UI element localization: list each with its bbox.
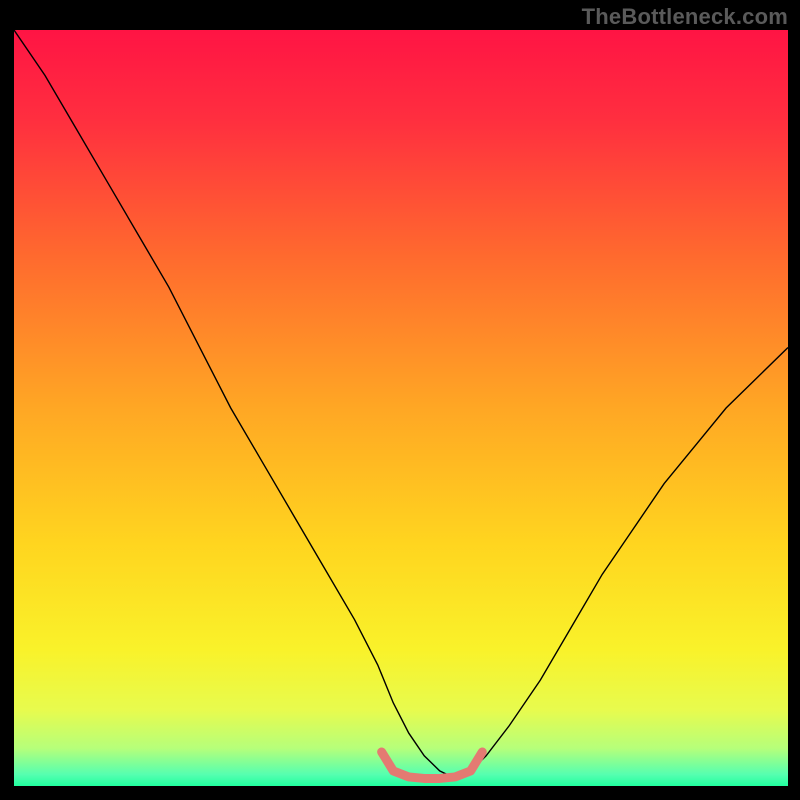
chart-frame: TheBottleneck.com [0, 0, 800, 800]
plot-area [14, 30, 788, 786]
watermark-text: TheBottleneck.com [582, 4, 788, 30]
background-rect [14, 30, 788, 786]
chart-svg [14, 30, 788, 786]
